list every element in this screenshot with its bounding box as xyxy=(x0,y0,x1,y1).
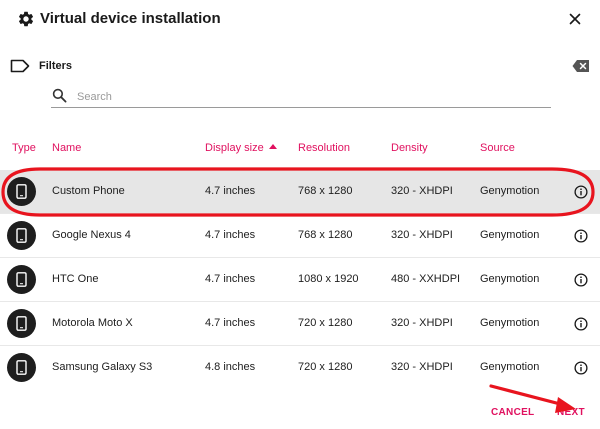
gear-icon xyxy=(18,11,34,27)
device-source: Genymotion xyxy=(480,361,540,373)
column-header-type[interactable]: Type xyxy=(12,142,36,154)
next-button[interactable]: NEXT xyxy=(557,407,585,418)
device-display-size: 4.7 inches xyxy=(205,229,256,241)
backspace-icon[interactable] xyxy=(572,59,590,73)
device-row[interactable]: HTC One 4.7 inches 1080 x 1920 480 - XXH… xyxy=(0,258,600,302)
device-density: 480 - XXHDPI xyxy=(391,273,461,285)
info-icon[interactable] xyxy=(574,229,588,243)
search-input[interactable] xyxy=(77,88,537,105)
phone-icon xyxy=(7,177,36,206)
dialog-titlebar: Virtual device installation xyxy=(0,0,600,40)
device-density: 320 - XHDPI xyxy=(391,317,453,329)
column-header-density[interactable]: Density xyxy=(391,142,428,154)
device-resolution: 1080 x 1920 xyxy=(298,273,359,285)
device-display-size: 4.7 inches xyxy=(205,273,256,285)
device-display-size: 4.7 inches xyxy=(205,185,256,197)
device-resolution: 720 x 1280 xyxy=(298,361,353,373)
device-source: Genymotion xyxy=(480,317,540,329)
table-header: Type Name Display size Resolution Densit… xyxy=(0,140,600,160)
dialog-title: Virtual device installation xyxy=(40,10,221,27)
column-header-display-size[interactable]: Display size xyxy=(205,142,277,154)
device-resolution: 768 x 1280 xyxy=(298,229,353,241)
search-icon xyxy=(52,88,67,103)
device-resolution: 720 x 1280 xyxy=(298,317,353,329)
device-source: Genymotion xyxy=(480,229,540,241)
device-display-size: 4.7 inches xyxy=(205,317,256,329)
device-source: Genymotion xyxy=(480,185,540,197)
phone-icon xyxy=(7,353,36,382)
phone-icon xyxy=(7,221,36,250)
phone-icon xyxy=(7,309,36,338)
filters-label: Filters xyxy=(39,60,73,72)
filters-bar: Filters xyxy=(0,55,600,81)
info-icon[interactable] xyxy=(574,273,588,287)
close-icon[interactable] xyxy=(566,10,584,28)
device-row[interactable]: Custom Phone 4.7 inches 768 x 1280 320 -… xyxy=(0,170,600,214)
device-row[interactable]: Samsung Galaxy S3 4.8 inches 720 x 1280 … xyxy=(0,346,600,390)
device-density: 320 - XHDPI xyxy=(391,361,453,373)
info-icon[interactable] xyxy=(574,185,588,199)
device-name: Motorola Moto X xyxy=(52,317,133,329)
sort-ascending-icon xyxy=(268,144,277,149)
device-name: Custom Phone xyxy=(52,185,125,197)
device-density: 320 - XHDPI xyxy=(391,229,453,241)
column-header-resolution[interactable]: Resolution xyxy=(298,142,350,154)
column-header-name[interactable]: Name xyxy=(52,142,81,154)
search-field[interactable] xyxy=(51,86,551,108)
column-header-display-size-label: Display size xyxy=(205,142,264,154)
cancel-button[interactable]: CANCEL xyxy=(491,407,534,418)
dialog-footer: CANCEL NEXT xyxy=(0,390,600,429)
column-header-source[interactable]: Source xyxy=(480,142,515,154)
device-row[interactable]: Motorola Moto X 4.7 inches 720 x 1280 32… xyxy=(0,302,600,346)
info-icon[interactable] xyxy=(574,317,588,331)
device-row[interactable]: Google Nexus 4 4.7 inches 768 x 1280 320… xyxy=(0,214,600,258)
device-name: Samsung Galaxy S3 xyxy=(52,361,153,373)
device-display-size: 4.8 inches xyxy=(205,361,256,373)
phone-icon xyxy=(7,265,36,294)
tag-icon xyxy=(10,59,30,73)
device-resolution: 768 x 1280 xyxy=(298,185,353,197)
device-name: Google Nexus 4 xyxy=(52,229,131,241)
device-source: Genymotion xyxy=(480,273,540,285)
device-density: 320 - XHDPI xyxy=(391,185,453,197)
info-icon[interactable] xyxy=(574,361,588,375)
device-name: HTC One xyxy=(52,273,99,285)
